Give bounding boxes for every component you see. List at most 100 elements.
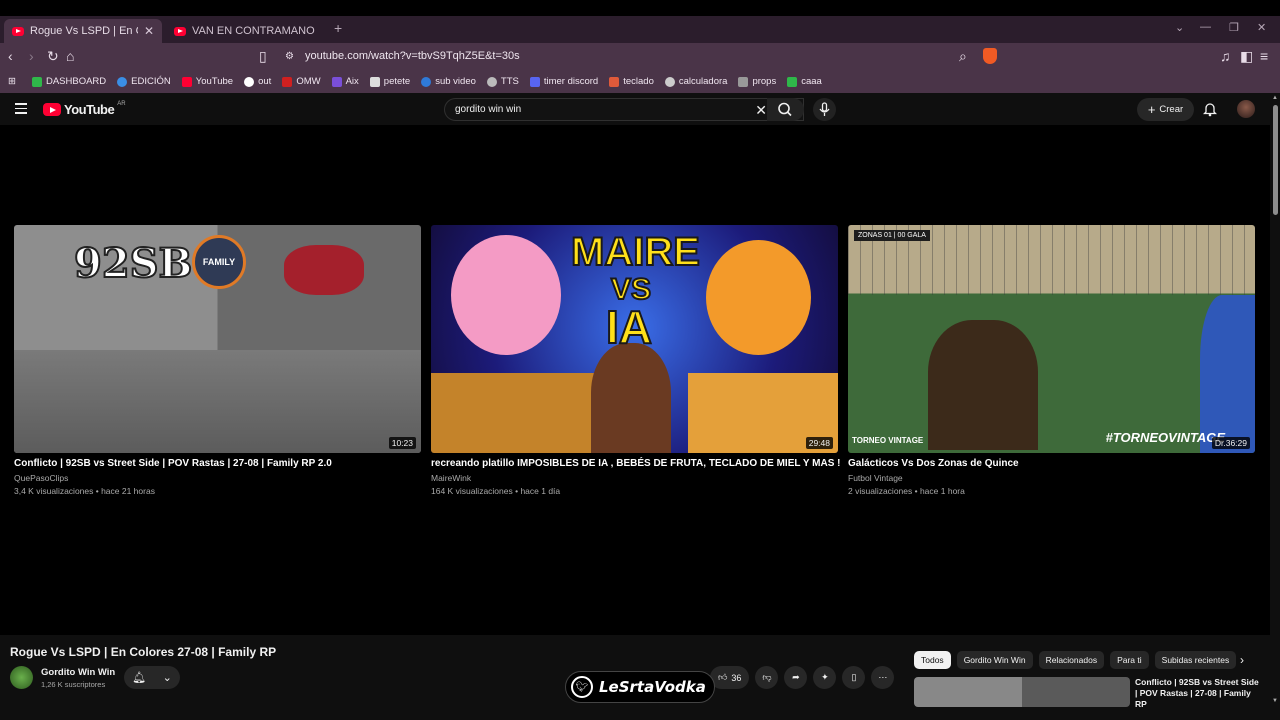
user-avatar[interactable] [1237,100,1255,118]
chip-channel[interactable]: Gordito Win Win [956,651,1033,669]
brand-overlay: TORNEO VINTAGE [852,436,924,445]
bookmark-item[interactable]: timer discord [529,76,598,87]
sparkle-icon: ✦ [821,672,829,682]
bookmark-item[interactable]: OMW [282,76,321,87]
subscription-bell-button[interactable]: 🔔︎ ⌄ [124,666,180,689]
scroll-down-icon[interactable]: ▼ [1272,698,1278,704]
bookmark-item[interactable]: props [738,76,776,87]
close-tab-icon[interactable]: ✕ [144,24,154,38]
bookmarks-bar: ⊞ DASHBOARD EDICIÓN YouTube out OMW Aix … [0,70,1280,93]
bookmark-favicon-icon [421,76,432,87]
save-button[interactable]: ▯ [842,666,866,689]
like-button[interactable]: 👍︎ 36 [710,666,750,689]
tab-inactive[interactable]: VAN EN CONTRAMANO LAS CHICAS [166,19,326,43]
endscreen-video-card[interactable]: MAIRE VS IA 29:48 recreando platillo IMP… [431,225,841,496]
side-video-title[interactable]: Conflicto | 92SB vs Street Side | POV Ra… [1135,677,1260,710]
clear-search-icon[interactable]: ✕ [755,102,767,119]
bookmark-favicon-icon [486,76,497,87]
search-button[interactable] [767,98,804,121]
hamburger-menu-icon[interactable] [15,103,27,117]
minimize-icon[interactable]: — [1200,21,1211,33]
search-box[interactable]: gordito win win ✕ [444,98,804,121]
new-tab-icon[interactable]: + [334,20,342,36]
bookmark-favicon-icon [787,76,798,87]
video-meta: 2 visualizaciones • hace 1 hora [848,486,965,496]
maximize-icon[interactable]: ❐ [1229,21,1239,34]
bookmark-favicon-icon [31,76,42,87]
scoreboard: ZONAS 01 | 00 GALA [854,230,930,241]
bookmark-item[interactable]: out [244,76,271,87]
video-thumbnail[interactable]: MAIRE VS IA 29:48 [431,225,838,453]
media-icon[interactable]: ♫ [1220,48,1231,64]
bookmark-item[interactable]: sub video [421,76,476,87]
tab-list-icon[interactable]: ⌄ [1175,21,1184,34]
close-window-icon[interactable]: ✕ [1257,21,1266,34]
notifications-bell-icon[interactable] [1203,101,1217,117]
channel-name[interactable]: MaireWink [431,473,838,483]
video-title[interactable]: recreando platillo IMPOSIBLES DE IA , BE… [431,458,841,469]
bookmark-item[interactable]: calculadora [664,76,727,87]
chip-related[interactable]: Relacionados [1038,651,1105,669]
menu-icon[interactable]: ≡ [1260,48,1268,64]
site-info-icon[interactable]: ⚙ [285,51,294,62]
bookmark-favicon-icon [117,76,128,87]
endscreen-video-card[interactable]: 92SB FAMILY 10:23 Conflicto | 92SB vs St… [14,225,421,496]
bookmark-item[interactable]: DASHBOARD [31,76,106,87]
video-title[interactable]: Galácticos Vs Dos Zonas de Quince [848,458,1255,469]
duration-badge: Dr.36:29 [1211,437,1250,449]
top-strip [0,0,1280,16]
channel-name[interactable]: QuePasoClips [14,473,421,483]
zoom-icon[interactable]: ⌕ [959,48,967,65]
channel-name-main[interactable]: Gordito Win Win [41,667,115,678]
thumbnail-logo: 92SB [73,239,193,288]
bookmark-icon[interactable]: ▯ [259,48,267,65]
endscreen-video-card[interactable]: ZONAS 01 | 00 GALA #TORNEOVINTAGE TORNEO… [848,225,1255,496]
forward-icon[interactable]: › [29,48,34,64]
youtube-logo[interactable]: YouTube AR [43,101,126,117]
bookmark-item[interactable]: petete [369,76,410,87]
search-input[interactable]: gordito win win [455,104,521,115]
url-field[interactable]: youtube.com/watch?v=tbvS9TqhZ5E&t=30s [305,50,520,62]
youtube-favicon-icon [12,26,24,36]
bookmark-item[interactable]: teclado [609,76,654,87]
video-info-section: Rogue Vs LSPD | En Colores 27-08 | Famil… [0,635,1270,720]
dislike-button[interactable]: 👎︎ [755,666,779,689]
reload-icon[interactable]: ↻ [47,48,59,65]
voice-search-button[interactable] [813,98,836,121]
tab-title: VAN EN CONTRAMANO LAS CHICAS [192,25,318,37]
video-title[interactable]: Conflicto | 92SB vs Street Side | POV Ra… [14,458,421,469]
ask-button[interactable]: ✦ [813,666,837,689]
bookmark-item[interactable]: YouTube [181,76,233,87]
chip-recent[interactable]: Subidas recientes [1154,651,1237,669]
sidebar-icon[interactable]: ◧ [1240,48,1253,65]
scroll-up-icon[interactable]: ▲ [1272,95,1278,101]
tab-active[interactable]: Rogue Vs LSPD | En Colores 27-0 ✕ [4,19,162,43]
bookmark-favicon-icon [738,76,749,87]
scrollbar-thumb[interactable] [1273,105,1278,215]
page-scrollbar[interactable]: ▲ ▼ [1270,93,1280,720]
channel-name[interactable]: Futbol Vintage [848,473,1255,483]
video-thumbnail[interactable]: 92SB FAMILY 10:23 [14,225,421,453]
channel-avatar[interactable] [10,666,33,689]
bookmark-item[interactable]: Aix [331,76,359,87]
video-thumbnail[interactable]: ZONAS 01 | 00 GALA #TORNEOVINTAGE TORNEO… [848,225,1255,453]
side-video-thumbnail[interactable] [914,677,1130,707]
chip-todos[interactable]: Todos [914,651,951,669]
address-bar: ‹ › ↻ ⌂ ▯ ⚙ youtube.com/watch?v=tbvS9Tqh… [0,43,1280,70]
chip-for-you[interactable]: Para ti [1110,651,1149,669]
brave-shield-icon[interactable] [983,48,997,64]
bookmark-item[interactable]: TTS [486,76,519,87]
plus-icon: + [1147,102,1156,117]
home-icon[interactable]: ⌂ [66,48,74,64]
chevron-right-icon[interactable]: › [1240,653,1244,667]
more-button[interactable]: ⋯ [871,666,895,689]
bookmark-favicon-icon [664,76,675,87]
bookmark-item[interactable]: caaa [787,76,822,87]
share-button[interactable]: ➦ [784,666,808,689]
video-meta: 3,4 K visualizaciones • hace 21 horas [14,486,155,496]
create-button[interactable]: + Crear [1137,98,1194,121]
back-icon[interactable]: ‹ [8,48,13,64]
bookmark-item[interactable]: EDICIÓN [117,76,171,87]
chevron-down-icon: ⌄ [162,672,172,684]
apps-icon[interactable]: ⊞ [8,76,16,87]
